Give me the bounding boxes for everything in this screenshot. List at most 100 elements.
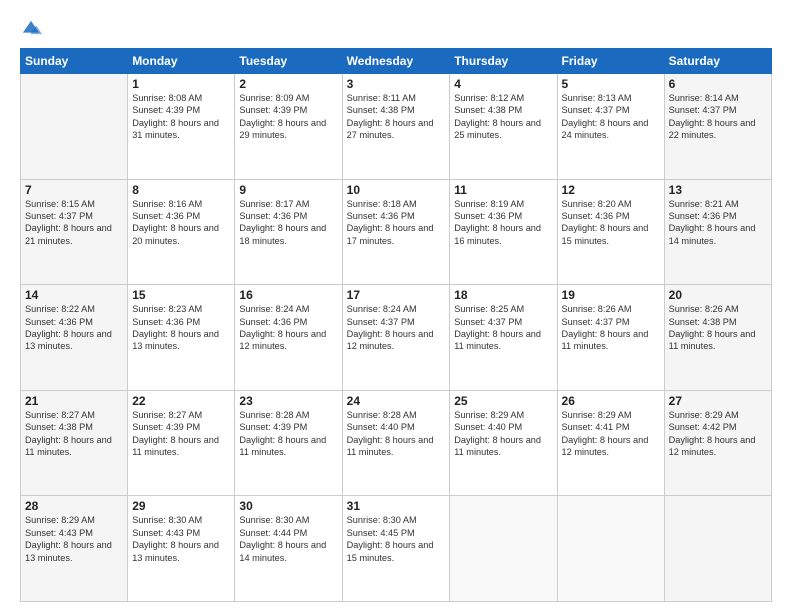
calendar-cell [21, 74, 128, 180]
day-info: Sunrise: 8:13 AM Sunset: 4:37 PM Dayligh… [562, 92, 660, 142]
calendar-cell: 20Sunrise: 8:26 AM Sunset: 4:38 PM Dayli… [664, 285, 771, 391]
day-number: 1 [132, 77, 230, 91]
day-info: Sunrise: 8:11 AM Sunset: 4:38 PM Dayligh… [347, 92, 446, 142]
day-number: 7 [25, 183, 123, 197]
calendar-week-row: 7Sunrise: 8:15 AM Sunset: 4:37 PM Daylig… [21, 179, 772, 285]
day-info: Sunrise: 8:29 AM Sunset: 4:41 PM Dayligh… [562, 409, 660, 459]
calendar-cell: 3Sunrise: 8:11 AM Sunset: 4:38 PM Daylig… [342, 74, 450, 180]
calendar-week-row: 1Sunrise: 8:08 AM Sunset: 4:39 PM Daylig… [21, 74, 772, 180]
day-number: 6 [669, 77, 767, 91]
calendar-cell: 11Sunrise: 8:19 AM Sunset: 4:36 PM Dayli… [450, 179, 557, 285]
calendar-cell: 10Sunrise: 8:18 AM Sunset: 4:36 PM Dayli… [342, 179, 450, 285]
day-number: 24 [347, 394, 446, 408]
weekday-header: Thursday [450, 49, 557, 74]
calendar-cell: 6Sunrise: 8:14 AM Sunset: 4:37 PM Daylig… [664, 74, 771, 180]
logo-icon [20, 18, 42, 40]
calendar-cell: 4Sunrise: 8:12 AM Sunset: 4:38 PM Daylig… [450, 74, 557, 180]
day-info: Sunrise: 8:29 AM Sunset: 4:42 PM Dayligh… [669, 409, 767, 459]
calendar-cell: 27Sunrise: 8:29 AM Sunset: 4:42 PM Dayli… [664, 390, 771, 496]
day-info: Sunrise: 8:14 AM Sunset: 4:37 PM Dayligh… [669, 92, 767, 142]
day-number: 17 [347, 288, 446, 302]
day-number: 8 [132, 183, 230, 197]
day-number: 9 [239, 183, 337, 197]
day-info: Sunrise: 8:29 AM Sunset: 4:40 PM Dayligh… [454, 409, 552, 459]
day-number: 12 [562, 183, 660, 197]
day-number: 31 [347, 499, 446, 513]
day-number: 14 [25, 288, 123, 302]
calendar-week-row: 14Sunrise: 8:22 AM Sunset: 4:36 PM Dayli… [21, 285, 772, 391]
calendar-cell: 26Sunrise: 8:29 AM Sunset: 4:41 PM Dayli… [557, 390, 664, 496]
day-number: 10 [347, 183, 446, 197]
day-number: 15 [132, 288, 230, 302]
day-info: Sunrise: 8:29 AM Sunset: 4:43 PM Dayligh… [25, 514, 123, 564]
weekday-header-row: SundayMondayTuesdayWednesdayThursdayFrid… [21, 49, 772, 74]
day-info: Sunrise: 8:09 AM Sunset: 4:39 PM Dayligh… [239, 92, 337, 142]
day-info: Sunrise: 8:30 AM Sunset: 4:43 PM Dayligh… [132, 514, 230, 564]
calendar-cell: 7Sunrise: 8:15 AM Sunset: 4:37 PM Daylig… [21, 179, 128, 285]
day-info: Sunrise: 8:30 AM Sunset: 4:45 PM Dayligh… [347, 514, 446, 564]
header [20, 18, 772, 40]
day-info: Sunrise: 8:16 AM Sunset: 4:36 PM Dayligh… [132, 198, 230, 248]
day-info: Sunrise: 8:22 AM Sunset: 4:36 PM Dayligh… [25, 303, 123, 353]
day-number: 30 [239, 499, 337, 513]
day-number: 29 [132, 499, 230, 513]
weekday-header: Sunday [21, 49, 128, 74]
day-info: Sunrise: 8:25 AM Sunset: 4:37 PM Dayligh… [454, 303, 552, 353]
calendar-cell: 15Sunrise: 8:23 AM Sunset: 4:36 PM Dayli… [128, 285, 235, 391]
day-info: Sunrise: 8:23 AM Sunset: 4:36 PM Dayligh… [132, 303, 230, 353]
calendar-cell [557, 496, 664, 602]
calendar-cell: 25Sunrise: 8:29 AM Sunset: 4:40 PM Dayli… [450, 390, 557, 496]
calendar-cell: 8Sunrise: 8:16 AM Sunset: 4:36 PM Daylig… [128, 179, 235, 285]
day-number: 20 [669, 288, 767, 302]
day-info: Sunrise: 8:18 AM Sunset: 4:36 PM Dayligh… [347, 198, 446, 248]
calendar-cell: 12Sunrise: 8:20 AM Sunset: 4:36 PM Dayli… [557, 179, 664, 285]
day-number: 27 [669, 394, 767, 408]
calendar-cell: 30Sunrise: 8:30 AM Sunset: 4:44 PM Dayli… [235, 496, 342, 602]
day-number: 25 [454, 394, 552, 408]
day-info: Sunrise: 8:26 AM Sunset: 4:37 PM Dayligh… [562, 303, 660, 353]
calendar-cell: 17Sunrise: 8:24 AM Sunset: 4:37 PM Dayli… [342, 285, 450, 391]
calendar-cell [664, 496, 771, 602]
day-info: Sunrise: 8:28 AM Sunset: 4:39 PM Dayligh… [239, 409, 337, 459]
day-number: 22 [132, 394, 230, 408]
calendar-cell: 13Sunrise: 8:21 AM Sunset: 4:36 PM Dayli… [664, 179, 771, 285]
day-info: Sunrise: 8:17 AM Sunset: 4:36 PM Dayligh… [239, 198, 337, 248]
day-number: 16 [239, 288, 337, 302]
calendar-cell [450, 496, 557, 602]
calendar-cell: 1Sunrise: 8:08 AM Sunset: 4:39 PM Daylig… [128, 74, 235, 180]
day-info: Sunrise: 8:30 AM Sunset: 4:44 PM Dayligh… [239, 514, 337, 564]
calendar-cell: 19Sunrise: 8:26 AM Sunset: 4:37 PM Dayli… [557, 285, 664, 391]
day-number: 23 [239, 394, 337, 408]
day-number: 4 [454, 77, 552, 91]
day-number: 26 [562, 394, 660, 408]
calendar-cell: 5Sunrise: 8:13 AM Sunset: 4:37 PM Daylig… [557, 74, 664, 180]
weekday-header: Saturday [664, 49, 771, 74]
day-info: Sunrise: 8:19 AM Sunset: 4:36 PM Dayligh… [454, 198, 552, 248]
calendar-week-row: 28Sunrise: 8:29 AM Sunset: 4:43 PM Dayli… [21, 496, 772, 602]
day-number: 11 [454, 183, 552, 197]
calendar-week-row: 21Sunrise: 8:27 AM Sunset: 4:38 PM Dayli… [21, 390, 772, 496]
calendar-cell: 28Sunrise: 8:29 AM Sunset: 4:43 PM Dayli… [21, 496, 128, 602]
calendar-cell: 24Sunrise: 8:28 AM Sunset: 4:40 PM Dayli… [342, 390, 450, 496]
calendar-cell: 21Sunrise: 8:27 AM Sunset: 4:38 PM Dayli… [21, 390, 128, 496]
day-info: Sunrise: 8:28 AM Sunset: 4:40 PM Dayligh… [347, 409, 446, 459]
calendar-cell: 16Sunrise: 8:24 AM Sunset: 4:36 PM Dayli… [235, 285, 342, 391]
day-number: 28 [25, 499, 123, 513]
day-info: Sunrise: 8:27 AM Sunset: 4:39 PM Dayligh… [132, 409, 230, 459]
day-number: 5 [562, 77, 660, 91]
calendar-cell: 9Sunrise: 8:17 AM Sunset: 4:36 PM Daylig… [235, 179, 342, 285]
weekday-header: Wednesday [342, 49, 450, 74]
logo [20, 18, 46, 40]
day-number: 18 [454, 288, 552, 302]
day-number: 21 [25, 394, 123, 408]
calendar-cell: 14Sunrise: 8:22 AM Sunset: 4:36 PM Dayli… [21, 285, 128, 391]
calendar: SundayMondayTuesdayWednesdayThursdayFrid… [20, 48, 772, 602]
day-number: 3 [347, 77, 446, 91]
calendar-cell: 18Sunrise: 8:25 AM Sunset: 4:37 PM Dayli… [450, 285, 557, 391]
day-info: Sunrise: 8:24 AM Sunset: 4:37 PM Dayligh… [347, 303, 446, 353]
weekday-header: Friday [557, 49, 664, 74]
calendar-cell: 2Sunrise: 8:09 AM Sunset: 4:39 PM Daylig… [235, 74, 342, 180]
day-number: 19 [562, 288, 660, 302]
calendar-cell: 23Sunrise: 8:28 AM Sunset: 4:39 PM Dayli… [235, 390, 342, 496]
day-info: Sunrise: 8:27 AM Sunset: 4:38 PM Dayligh… [25, 409, 123, 459]
